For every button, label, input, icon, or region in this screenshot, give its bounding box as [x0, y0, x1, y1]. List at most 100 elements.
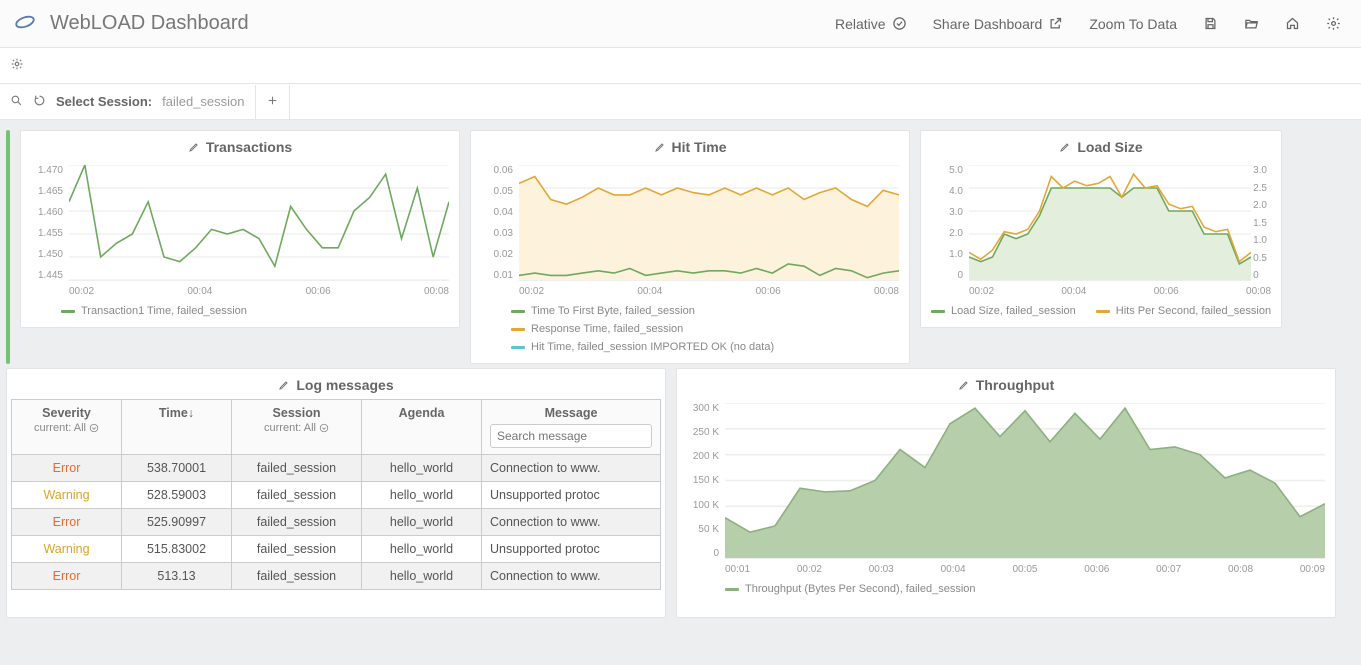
- legend-item[interactable]: Response Time, failed_session: [511, 323, 899, 335]
- panel-hit-time: Hit Time 0.060.050.040.030.020.01 00:020…: [470, 130, 910, 364]
- col-session[interactable]: Session current: All: [232, 400, 362, 455]
- row-settings-button[interactable]: [6, 53, 28, 78]
- chart-hit-time[interactable]: 0.060.050.040.030.020.01 00:0200:0400:06…: [471, 159, 909, 299]
- panel-log-messages: Log messages Severity current: All Time↓: [6, 368, 666, 618]
- panel-title-text: Load Size: [1077, 139, 1142, 155]
- col-severity[interactable]: Severity current: All: [12, 400, 122, 455]
- panel-title[interactable]: Hit Time: [471, 131, 909, 159]
- edit-icon: [278, 379, 290, 391]
- col-agenda[interactable]: Agenda: [362, 400, 482, 455]
- chart-throughput[interactable]: 300 K250 K200 K150 K100 K50 K0 00:0100:0…: [677, 397, 1335, 577]
- session-bar: Select Session: failed_session: [0, 84, 1361, 120]
- log-table: Severity current: All Time↓ Session curr…: [11, 399, 661, 590]
- home-button[interactable]: [1279, 12, 1306, 35]
- session-value[interactable]: failed_session: [162, 94, 244, 109]
- col-message[interactable]: Message: [482, 400, 661, 455]
- relative-label: Relative: [835, 16, 886, 32]
- cell-message: Unsupported protoc: [482, 482, 661, 509]
- legend-item[interactable]: Transaction1 Time, failed_session: [61, 305, 449, 317]
- table-row[interactable]: Error513.13failed_sessionhello_worldConn…: [12, 563, 661, 590]
- sub-toolbar: [0, 48, 1361, 84]
- zoom-label: Zoom To Data: [1089, 16, 1177, 32]
- legend-item[interactable]: Hit Time, failed_session IMPORTED OK (no…: [511, 341, 899, 353]
- panel-title[interactable]: Throughput: [677, 369, 1335, 397]
- save-button[interactable]: [1197, 12, 1224, 35]
- table-header-row: Severity current: All Time↓ Session curr…: [12, 400, 661, 455]
- open-button[interactable]: [1238, 12, 1265, 35]
- legend-item[interactable]: Throughput (Bytes Per Second), failed_se…: [725, 583, 976, 595]
- panel-title-text: Throughput: [976, 377, 1055, 393]
- chart-transactions[interactable]: 1.4701.4651.4601.4551.4501.445 00:0200:0…: [21, 159, 459, 299]
- cell-session: failed_session: [232, 563, 362, 590]
- cell-agenda: hello_world: [362, 482, 482, 509]
- search-sessions-icon[interactable]: [10, 94, 23, 110]
- legend-item[interactable]: Load Size, failed_session: [931, 305, 1076, 317]
- row-drag-handle[interactable]: [6, 130, 10, 364]
- cell-message: Connection to www.: [482, 509, 661, 536]
- legend-item[interactable]: Time To First Byte, failed_session: [511, 305, 899, 317]
- table-row[interactable]: Warning528.59003failed_sessionhello_worl…: [12, 482, 661, 509]
- cell-time: 525.90997: [122, 509, 232, 536]
- x-axis: 00:0200:0400:0600:08: [69, 286, 449, 297]
- cell-agenda: hello_world: [362, 536, 482, 563]
- cell-session: failed_session: [232, 536, 362, 563]
- settings-button[interactable]: [1320, 12, 1347, 35]
- share-dashboard-button[interactable]: Share Dashboard: [927, 12, 1070, 36]
- legend: Time To First Byte, failed_session Respon…: [471, 299, 909, 363]
- panel-throughput: Throughput 300 K250 K200 K150 K100 K50 K…: [676, 368, 1336, 618]
- folder-open-icon: [1244, 16, 1259, 31]
- panel-title-text: Transactions: [206, 139, 292, 155]
- panel-title[interactable]: Log messages: [7, 369, 665, 397]
- dashboard-row-1: Transactions 1.4701.4651.4601.4551.4501.…: [0, 120, 1361, 364]
- share-label: Share Dashboard: [933, 16, 1043, 32]
- cell-agenda: hello_world: [362, 563, 482, 590]
- y-axis-right: 3.02.52.01.51.00.50: [1253, 165, 1277, 281]
- cell-severity: Warning: [12, 482, 122, 509]
- cell-agenda: hello_world: [362, 509, 482, 536]
- cell-message: Connection to www.: [482, 563, 661, 590]
- gear-icon: [1326, 16, 1341, 31]
- cell-severity: Error: [12, 563, 122, 590]
- chart-load-size[interactable]: 5.04.03.02.01.00 3.02.52.01.51.00.50 00:…: [921, 159, 1281, 299]
- cell-message: Connection to www.: [482, 455, 661, 482]
- x-axis: 00:0200:0400:0600:08: [519, 286, 899, 297]
- table-row[interactable]: Warning515.83002failed_sessionhello_worl…: [12, 536, 661, 563]
- table-row[interactable]: Error525.90997failed_sessionhello_worldC…: [12, 509, 661, 536]
- y-axis: 1.4701.4651.4601.4551.4501.445: [25, 165, 63, 281]
- legend-item[interactable]: Hits Per Second, failed_session: [1096, 305, 1271, 317]
- plot-area: [969, 165, 1251, 281]
- zoom-to-data-button[interactable]: Zoom To Data: [1083, 12, 1183, 36]
- navbar: WebLOAD Dashboard Relative Share Dashboa…: [0, 0, 1361, 48]
- x-axis: 00:0200:0400:0600:08: [969, 286, 1271, 297]
- plot-area: [69, 165, 449, 281]
- dropdown-icon: [89, 423, 99, 433]
- app-title: WebLOAD Dashboard: [50, 12, 249, 35]
- plot-area: [519, 165, 899, 281]
- dropdown-icon: [319, 423, 329, 433]
- relative-toggle[interactable]: Relative: [829, 12, 913, 36]
- panel-title-text: Log messages: [296, 377, 393, 393]
- cell-severity: Warning: [12, 536, 122, 563]
- legend: Load Size, failed_session Hits Per Second…: [921, 299, 1281, 327]
- add-session-button[interactable]: [255, 85, 290, 119]
- cell-severity: Error: [12, 455, 122, 482]
- table-row[interactable]: Error538.70001failed_sessionhello_worldC…: [12, 455, 661, 482]
- cell-time: 538.70001: [122, 455, 232, 482]
- panel-title[interactable]: Load Size: [921, 131, 1281, 159]
- refresh-sessions-icon[interactable]: [33, 94, 46, 110]
- home-icon: [1285, 16, 1300, 31]
- search-message-input[interactable]: [490, 424, 652, 448]
- edit-icon: [958, 379, 970, 391]
- select-session-label: Select Session:: [56, 94, 152, 109]
- dashboard-row-2: Log messages Severity current: All Time↓: [0, 364, 1361, 618]
- panel-title-text: Hit Time: [672, 139, 727, 155]
- panel-title[interactable]: Transactions: [21, 131, 459, 159]
- y-axis: 0.060.050.040.030.020.01: [475, 165, 513, 281]
- cell-time: 515.83002: [122, 536, 232, 563]
- cell-severity: Error: [12, 509, 122, 536]
- check-circle-icon: [892, 16, 907, 31]
- col-time[interactable]: Time↓: [122, 400, 232, 455]
- y-axis: 300 K250 K200 K150 K100 K50 K0: [681, 403, 719, 559]
- save-icon: [1203, 16, 1218, 31]
- log-table-body: Error538.70001failed_sessionhello_worldC…: [12, 455, 661, 590]
